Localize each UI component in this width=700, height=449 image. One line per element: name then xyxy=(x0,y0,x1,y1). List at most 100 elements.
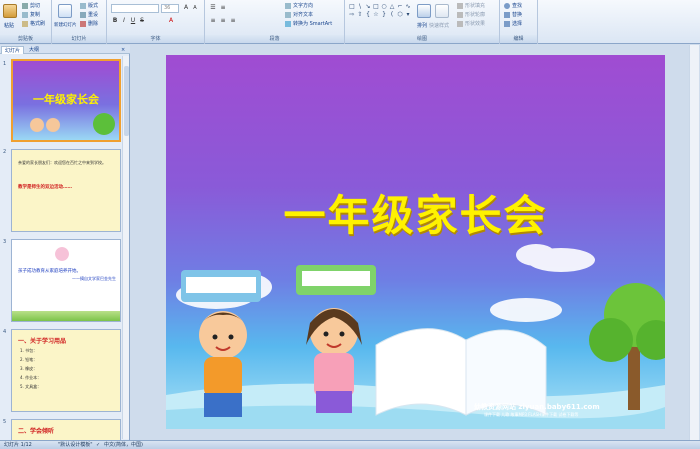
scrollbar-thumb[interactable] xyxy=(124,66,129,136)
text-direction-button[interactable]: 文字方向 xyxy=(285,2,313,9)
delete-icon xyxy=(80,20,86,27)
shape-square[interactable]: □ xyxy=(372,3,380,10)
shape-arrow[interactable]: ↘ xyxy=(364,3,372,10)
shape-hex[interactable]: ⬡ xyxy=(396,11,404,18)
shape-fill-button[interactable]: 形状填充 xyxy=(457,2,485,9)
drawing-label: 绘图 xyxy=(345,35,499,43)
select-button[interactable]: 选择 xyxy=(504,20,522,27)
watermark-line1: 幼教资源网站 ziyuan.baby611.com xyxy=(474,403,600,411)
text-direction-icon xyxy=(285,2,291,9)
align-right-button[interactable]: ≡ xyxy=(229,17,237,25)
thumb-caption-text: ——摘自文学家巴金先生 xyxy=(72,276,116,281)
shape-curve[interactable]: ∿ xyxy=(404,3,412,10)
editing-group: 查找 替换 选择 编辑 xyxy=(500,0,538,44)
slides-label: 幻灯片 xyxy=(52,35,106,43)
slide-thumbnail-3[interactable]: 孩子成功教育从家庭培养开始。 ——摘自文学家巴金先生 xyxy=(11,239,121,322)
arrange-icon[interactable] xyxy=(417,4,431,18)
spellcheck-icon[interactable]: ✓ xyxy=(96,441,100,449)
thumb-number: 3 xyxy=(3,239,7,245)
shape-triangle[interactable]: △ xyxy=(388,3,396,10)
slide-thumbnail-4[interactable]: 一、关于学习用品 1. 书包： 2. 铅笔： 3. 橡皮： 4. 作业本： 5.… xyxy=(11,329,121,412)
shape-rect[interactable]: □ xyxy=(348,3,356,10)
slide-title[interactable]: 一年级家长会 xyxy=(166,182,665,243)
reset-icon xyxy=(80,11,86,18)
align-text-button[interactable]: 对齐文本 xyxy=(285,11,313,18)
effects-icon xyxy=(457,20,463,27)
ribbon: 粘贴 剪切 复制 格式刷 剪贴板 新建幻灯片 版式 重设 删除 幻灯片 36 A… xyxy=(0,0,700,44)
thumbs-scrollbar[interactable] xyxy=(122,56,129,439)
slide-thumbnail-5[interactable]: 二、学会倾听 xyxy=(11,419,121,440)
paragraph-label: 段落 xyxy=(205,35,344,43)
reset-button[interactable]: 重设 xyxy=(80,11,98,18)
smartart-button[interactable]: 转换为 SmartArt xyxy=(285,20,332,27)
shape-oval[interactable]: ○ xyxy=(380,3,388,10)
italic-button[interactable]: I xyxy=(120,17,128,25)
thumb-grass-image xyxy=(12,311,120,321)
font-color-button[interactable]: A xyxy=(167,17,175,25)
layout-button[interactable]: 版式 xyxy=(80,2,98,9)
slides-pane: 幻灯片 大纲 × 1 一年级家长会 2 亲爱的家长朋友们：欢迎您在百忙之中来到学… xyxy=(0,45,130,440)
shape-line[interactable]: \ xyxy=(356,3,364,10)
font-size-select[interactable]: 36 xyxy=(161,4,179,13)
language-indicator[interactable]: 中文(简体，中国) xyxy=(104,441,143,449)
shape-more[interactable]: ▾ xyxy=(404,11,412,18)
thumb-item: 4. 作业本： xyxy=(20,375,42,380)
slide-thumbnail-1[interactable]: 一年级家长会 xyxy=(11,59,121,142)
watermark-line2: 课件下载 儿歌 故事MP3 FLASH课件下载 试卷下载等 xyxy=(484,412,579,417)
select-icon xyxy=(504,20,510,27)
brush-icon xyxy=(22,20,28,27)
shape-star[interactable]: ☆ xyxy=(372,11,380,18)
shape-brace2[interactable]: } xyxy=(380,11,388,18)
copy-icon xyxy=(22,11,28,18)
clipboard-group: 粘贴 剪切 复制 格式刷 剪贴板 xyxy=(0,0,52,44)
shape-outline-button[interactable]: 形状轮廓 xyxy=(457,11,485,18)
outline-icon xyxy=(457,11,463,18)
paste-button[interactable]: 粘贴 xyxy=(4,22,14,29)
editor-scrollbar[interactable] xyxy=(689,45,699,440)
shape-paren[interactable]: ( xyxy=(388,11,396,18)
bold-button[interactable]: B xyxy=(111,17,119,25)
format-painter-button[interactable]: 格式刷 xyxy=(22,20,45,27)
arrange-button[interactable]: 排列 xyxy=(417,22,427,29)
tab-outline[interactable]: 大纲 xyxy=(26,46,42,54)
find-button[interactable]: 查找 xyxy=(504,2,522,9)
close-pane-icon[interactable]: × xyxy=(118,46,128,54)
tab-slides[interactable]: 幻灯片 xyxy=(1,46,25,54)
shape-lshape[interactable]: ⌐ xyxy=(396,3,404,10)
new-slide-icon[interactable] xyxy=(58,4,72,18)
copy-button[interactable]: 复制 xyxy=(22,11,40,18)
status-bar: 幻灯片 1/12 "默认设计模板" ✓ 中文(简体，中国) xyxy=(0,440,700,449)
theme-name: "默认设计模板" xyxy=(58,442,93,448)
cut-button[interactable]: 剪切 xyxy=(22,2,40,9)
slide-counter: 幻灯片 1/12 xyxy=(4,442,32,448)
font-name-select[interactable] xyxy=(111,4,159,13)
thumb-heading: 二、学会倾听 xyxy=(18,428,55,435)
shape-brace[interactable]: { xyxy=(364,11,372,18)
underline-button[interactable]: U xyxy=(129,17,137,25)
quick-styles-icon[interactable] xyxy=(435,4,449,18)
scissors-icon xyxy=(22,2,28,9)
quick-styles-button[interactable]: 快速样式 xyxy=(429,22,449,29)
slide-canvas[interactable]: 一年级家长会 幼教资源网站 ziyuan.baby611.com 课件下载 儿歌… xyxy=(166,55,665,429)
replace-button[interactable]: 替换 xyxy=(504,11,522,18)
numbering-button[interactable]: ≡ xyxy=(219,4,227,12)
shrink-font-button[interactable]: A xyxy=(191,4,199,12)
align-text-icon xyxy=(285,11,291,18)
new-slide-button[interactable]: 新建幻灯片 xyxy=(54,22,77,28)
pane-tabs: 幻灯片 大纲 × xyxy=(0,45,130,54)
delete-slide-button[interactable]: 删除 xyxy=(80,20,98,27)
paste-icon[interactable] xyxy=(3,4,17,18)
shape-uarrow[interactable]: ⇧ xyxy=(356,11,364,18)
align-center-button[interactable]: ≡ xyxy=(219,17,227,25)
align-left-button[interactable]: ≡ xyxy=(209,17,217,25)
grow-font-button[interactable]: A xyxy=(182,4,190,12)
thumb-number: 1 xyxy=(3,61,7,67)
slide-thumbnail-2[interactable]: 亲爱的家长朋友们：欢迎您在百忙之中来到学校。 教学是师生的双边活动…… xyxy=(11,149,121,232)
thumb-item: 3. 橡皮： xyxy=(20,366,38,371)
shape-rarrow[interactable]: ⇨ xyxy=(348,11,356,18)
shape-effects-button[interactable]: 形状效果 xyxy=(457,20,485,27)
thumb-kids-image xyxy=(25,113,65,140)
bullets-button[interactable]: ☰ xyxy=(209,4,217,12)
slides-group: 新建幻灯片 版式 重设 删除 幻灯片 xyxy=(52,0,107,44)
strikethrough-button[interactable]: S xyxy=(138,17,146,25)
